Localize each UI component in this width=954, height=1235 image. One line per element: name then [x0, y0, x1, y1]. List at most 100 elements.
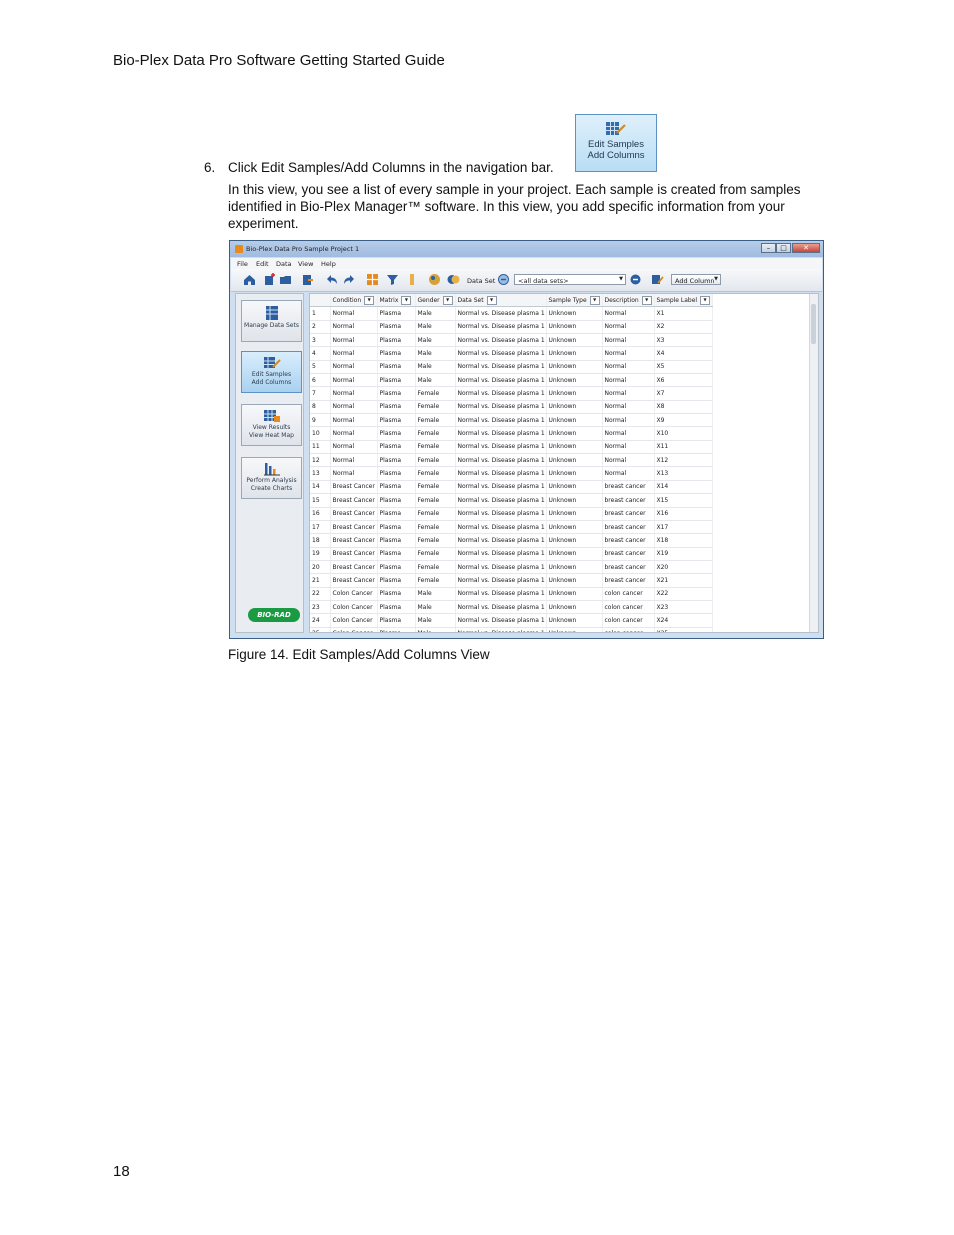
- table-cell[interactable]: Plasma: [377, 360, 416, 375]
- table-cell[interactable]: Unknown: [546, 520, 603, 535]
- table-cell[interactable]: Plasma: [377, 413, 416, 428]
- table-row[interactable]: 13 Normal Plasma Female Normal vs. Disease p…: [310, 466, 713, 481]
- table-cell[interactable]: Normal vs. Disease plasma 1: [455, 466, 547, 481]
- table-cell[interactable]: Normal vs. Disease plasma 1: [455, 533, 547, 548]
- column-header[interactable]: Gender ▼: [415, 294, 456, 308]
- table-cell[interactable]: Normal vs. Disease plasma 1: [455, 386, 547, 401]
- plate-layout-icon[interactable]: [366, 273, 379, 286]
- table-cell[interactable]: X3: [654, 333, 713, 348]
- menu-help[interactable]: Help: [321, 260, 336, 268]
- table-cell[interactable]: Unknown: [546, 373, 603, 388]
- table-cell[interactable]: Normal vs. Disease plasma 1: [455, 426, 547, 441]
- manage-data-sets-button[interactable]: Manage Data Sets: [241, 300, 302, 342]
- table-cell[interactable]: Normal: [602, 306, 655, 321]
- table-cell[interactable]: Unknown: [546, 573, 603, 588]
- table-cell[interactable]: X10: [654, 426, 713, 441]
- table-cell[interactable]: Unknown: [546, 493, 603, 508]
- table-cell[interactable]: Normal vs. Disease plasma 1: [455, 413, 547, 428]
- table-cell[interactable]: Normal vs. Disease plasma 1: [455, 453, 547, 468]
- table-cell[interactable]: Normal vs. Disease plasma 1: [455, 320, 547, 335]
- table-cell[interactable]: Normal: [330, 346, 378, 361]
- table-row[interactable]: 12 Normal Plasma Female Normal vs. Disease p…: [310, 453, 713, 468]
- table-cell[interactable]: Male: [415, 306, 456, 321]
- table-cell[interactable]: Male: [415, 613, 456, 628]
- menu-view[interactable]: View: [298, 260, 313, 268]
- table-row[interactable]: 20 Breast Cancer Plasma Female Normal vs. Di…: [310, 560, 713, 575]
- ruler-icon[interactable]: [406, 273, 419, 286]
- home-icon[interactable]: [243, 273, 256, 286]
- table-cell[interactable]: Normal: [602, 400, 655, 415]
- table-cell[interactable]: Unknown: [546, 587, 603, 601]
- table-cell[interactable]: Breast Cancer: [330, 493, 378, 508]
- table-cell[interactable]: Colon Cancer: [330, 627, 378, 632]
- column-header[interactable]: [310, 294, 331, 308]
- table-cell[interactable]: Female: [415, 386, 456, 401]
- new-project-icon[interactable]: [263, 273, 276, 286]
- table-cell[interactable]: Plasma: [377, 466, 416, 481]
- table-cell[interactable]: Normal vs. Disease plasma 1: [455, 600, 547, 615]
- table-cell[interactable]: X9: [654, 413, 713, 428]
- table-cell[interactable]: Normal: [330, 360, 378, 375]
- table-cell[interactable]: Female: [415, 480, 456, 495]
- table-row[interactable]: 5 Normal Plasma Male Normal vs. Disease plas…: [310, 360, 713, 375]
- table-cell[interactable]: Normal vs. Disease plasma 1: [455, 333, 547, 348]
- table-cell[interactable]: Normal: [602, 360, 655, 375]
- table-row[interactable]: 16 Breast Cancer Plasma Female Normal vs. Di…: [310, 507, 713, 521]
- table-cell[interactable]: X18: [654, 533, 713, 548]
- table-cell[interactable]: Female: [415, 400, 456, 415]
- table-row[interactable]: 4 Normal Plasma Male Normal vs. Disease plas…: [310, 346, 713, 361]
- table-cell[interactable]: X8: [654, 400, 713, 415]
- table-cell[interactable]: Unknown: [546, 533, 603, 548]
- table-cell[interactable]: Unknown: [546, 507, 603, 521]
- table-cell[interactable]: Plasma: [377, 533, 416, 548]
- table-cell[interactable]: Breast Cancer: [330, 520, 378, 535]
- table-cell[interactable]: Normal vs. Disease plasma 1: [455, 440, 547, 455]
- table-cell[interactable]: breast cancer: [602, 560, 655, 575]
- table-cell[interactable]: Normal vs. Disease plasma 1: [455, 507, 547, 521]
- table-cell[interactable]: Unknown: [546, 306, 603, 321]
- table-cell[interactable]: Breast Cancer: [330, 573, 378, 588]
- table-cell[interactable]: X5: [654, 360, 713, 375]
- table-cell[interactable]: Normal: [602, 346, 655, 361]
- table-cell[interactable]: Male: [415, 333, 456, 348]
- table-row[interactable]: 24 Colon Cancer Plasma Male Normal vs. Disea…: [310, 613, 713, 628]
- table-cell[interactable]: X14: [654, 480, 713, 495]
- table-cell[interactable]: Normal vs. Disease plasma 1: [455, 480, 547, 495]
- scrollbar-thumb[interactable]: [811, 304, 816, 344]
- table-cell[interactable]: Female: [415, 453, 456, 468]
- column-header[interactable]: Sample Label ▼: [654, 294, 713, 308]
- table-cell[interactable]: Normal: [330, 426, 378, 441]
- table-cell[interactable]: Female: [415, 533, 456, 548]
- table-cell[interactable]: Unknown: [546, 466, 603, 481]
- table-cell[interactable]: Female: [415, 520, 456, 535]
- table-cell[interactable]: Plasma: [377, 453, 416, 468]
- table-cell[interactable]: Breast Cancer: [330, 533, 378, 548]
- table-cell[interactable]: Plasma: [377, 547, 416, 561]
- edit-samples-icon[interactable]: [651, 273, 664, 286]
- table-cell[interactable]: Female: [415, 507, 456, 521]
- table-cell[interactable]: Unknown: [546, 600, 603, 615]
- color-palette-icon[interactable]: [428, 273, 441, 286]
- column-header[interactable]: Description ▼: [602, 294, 655, 308]
- table-row[interactable]: 18 Breast Cancer Plasma Female Normal vs. Di…: [310, 533, 713, 548]
- table-cell[interactable]: X22: [654, 587, 713, 601]
- table-row[interactable]: 14 Breast Cancer Plasma Female Normal vs. Di…: [310, 480, 713, 495]
- table-cell[interactable]: Normal: [602, 466, 655, 481]
- table-cell[interactable]: breast cancer: [602, 507, 655, 521]
- table-cell[interactable]: X12: [654, 453, 713, 468]
- table-cell[interactable]: Female: [415, 547, 456, 561]
- table-cell[interactable]: Normal: [330, 373, 378, 388]
- table-cell[interactable]: X2: [654, 320, 713, 335]
- table-cell[interactable]: Male: [415, 346, 456, 361]
- table-cell[interactable]: X1: [654, 306, 713, 321]
- table-row[interactable]: 25Colon CancerPlasmaMaleNormal vs. Disea…: [310, 627, 713, 632]
- open-folder-icon[interactable]: [279, 273, 292, 286]
- table-cell[interactable]: Breast Cancer: [330, 560, 378, 575]
- table-row[interactable]: 9 Normal Plasma Female Normal vs. Disease pl…: [310, 413, 713, 428]
- table-cell[interactable]: Male: [415, 600, 456, 615]
- table-cell[interactable]: Female: [415, 426, 456, 441]
- table-cell[interactable]: X16: [654, 507, 713, 521]
- table-cell[interactable]: X4: [654, 346, 713, 361]
- column-header[interactable]: Sample Type ▼: [546, 294, 603, 308]
- table-cell[interactable]: X24: [654, 613, 713, 628]
